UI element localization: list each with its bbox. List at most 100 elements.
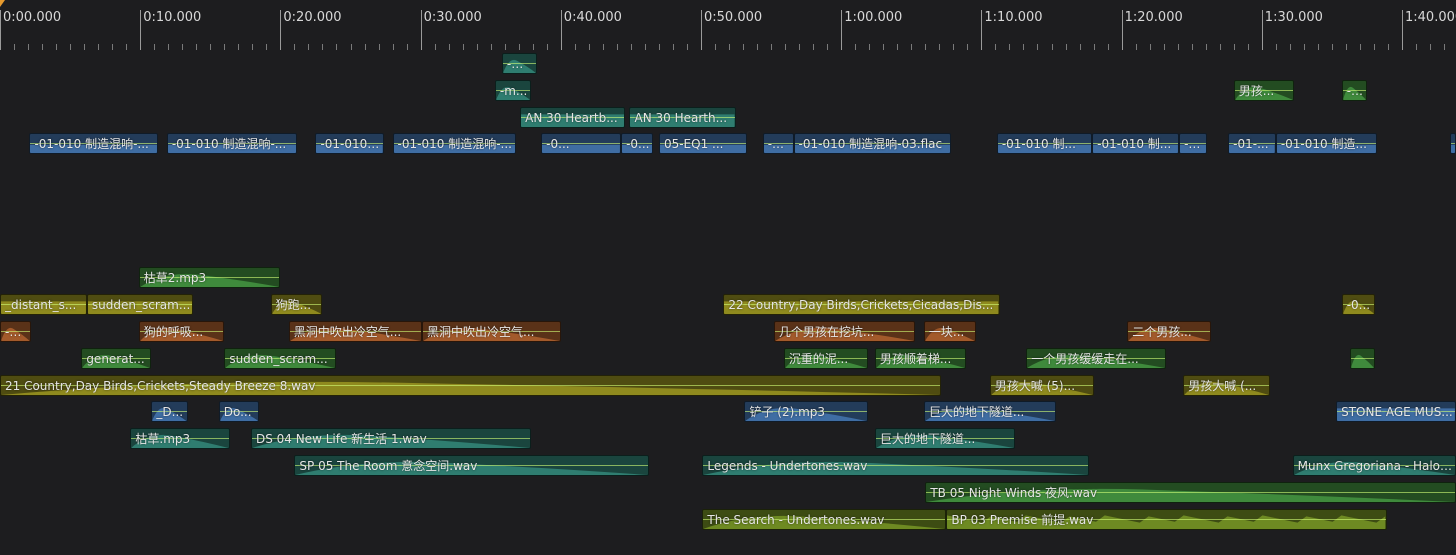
- audio-clip[interactable]: -01-010 制造混响-...: [166, 133, 298, 155]
- audio-clip[interactable]: -01-010 制...: [1092, 133, 1180, 155]
- audio-clip[interactable]: Do...: [218, 401, 260, 423]
- audio-clip[interactable]: 巨大的地下隧道...: [923, 401, 1056, 423]
- audio-clip[interactable]: 狗的呼吸...: [138, 321, 225, 342]
- clip-label: SP 05 The Room 意念空间.wav: [299, 459, 478, 473]
- audio-clip[interactable]: 沉重的泥...: [783, 347, 868, 369]
- clip-label: -01-010 制造混响-...: [34, 137, 149, 152]
- clip-label: 巨大的地下隧道...: [879, 432, 976, 447]
- clip-label: Munx Gregoriana - Halo T...: [1297, 459, 1453, 473]
- audio-clip[interactable]: 男孩大喊 (...: [1183, 374, 1271, 396]
- audio-clip[interactable]: 铲子 (2).mp3: [744, 401, 868, 423]
- audio-clip[interactable]: -0...: [762, 133, 794, 155]
- clip-waveform-shape: [1450, 145, 1455, 154]
- audio-clip[interactable]: -01-010 制造...: [1275, 133, 1377, 155]
- audio-clip[interactable]: -0...: [621, 133, 654, 155]
- audio-clip[interactable]: 一块...: [923, 321, 976, 342]
- audio-clip[interactable]: 几个男孩在挖坑...: [773, 321, 916, 342]
- audio-clip[interactable]: -0...: [1179, 133, 1208, 155]
- clip-label: 几个男孩在挖坑...: [778, 325, 875, 339]
- audio-clip[interactable]: 男孩大喊 (5)...: [989, 374, 1094, 396]
- audio-clip[interactable]: generat...: [81, 347, 152, 369]
- audio-clip[interactable]: 男孩顺着梯...: [874, 347, 966, 369]
- audio-clip[interactable]: TB 05 Night Winds 夜风.wav: [925, 481, 1456, 503]
- audio-clip[interactable]: DS 04 New Life 新生活 1.wav: [250, 428, 532, 450]
- clip-label: 二个男孩...: [1132, 325, 1192, 339]
- audio-clip[interactable]: -0...: [1341, 294, 1376, 316]
- ruler-major-tick: [560, 10, 562, 50]
- audio-clip[interactable]: 巨大的地下隧道...: [874, 428, 1016, 450]
- audio-clip[interactable]: sudden_scram...: [86, 294, 194, 316]
- audio-clip[interactable]: BP 03 Premise 前提.wav: [946, 508, 1387, 530]
- audio-clip[interactable]: 黑洞中吹出冷空气...: [288, 321, 422, 342]
- audio-clip[interactable]: SP 05 The Room 意念空间.wav: [294, 455, 650, 476]
- audio-clip[interactable]: 男孩...: [1233, 79, 1295, 101]
- audio-clip[interactable]: 黑洞中吹出冷空气...: [422, 321, 561, 342]
- ruler-major-tick: [1261, 10, 1263, 50]
- audio-clip[interactable]: -01-...: [1228, 133, 1276, 155]
- clip-waveform-shape: [1351, 354, 1375, 368]
- audio-clip[interactable]: -01-010 制造混响-...: [29, 133, 159, 155]
- audio-clip[interactable]: Munx Gregoriana - Halo T...: [1292, 455, 1456, 476]
- audio-clip[interactable]: [1350, 347, 1376, 369]
- audio-clip[interactable]: -01-010 ...: [315, 133, 385, 155]
- clip-label: DS 04 New Life 新生活 1.wav: [255, 432, 427, 447]
- audio-clip[interactable]: -m...: [494, 79, 532, 101]
- audio-clip[interactable]: _D...: [151, 401, 188, 423]
- clip-label: -01-010 制造混响-03.flac: [798, 137, 943, 152]
- clip-label: TB 05 Night Winds 夜风.wav: [930, 485, 1098, 500]
- clip-label: 男孩顺着梯...: [879, 351, 952, 366]
- audio-clip[interactable]: 22 Country,Day Birds,Crickets,Cicadas,Di…: [723, 294, 1000, 316]
- audio-clip[interactable]: [1449, 133, 1456, 155]
- audio-clip[interactable]: _distant_s...: [0, 294, 87, 316]
- audio-clip[interactable]: -m...: [501, 53, 537, 74]
- clip-label: The Search - Undertones.wav: [707, 512, 885, 527]
- audio-clip[interactable]: -01-010 制造混响-03.flac: [793, 133, 951, 155]
- clip-label: BP 03 Premise 前提.wav: [951, 512, 1094, 527]
- track-area[interactable]: -m... -m... 男孩... -0... AN 30 Heartb... AN 30…: [0, 50, 1456, 555]
- clip-label: -01-010 制造混响-...: [397, 137, 512, 152]
- ruler-major-tick: [1121, 10, 1123, 50]
- clip-label: 铲子 (2).mp3: [749, 405, 826, 420]
- clip-label: AN 30 Hearth...: [634, 110, 728, 125]
- audio-clip[interactable]: -0...: [541, 133, 622, 155]
- audio-clip[interactable]: 枯草.mp3: [130, 428, 230, 450]
- ruler-major-tick: [420, 10, 422, 50]
- clip-label: 巨大的地下隧道...: [928, 405, 1025, 420]
- audio-clip[interactable]: AN 30 Heartb...: [520, 106, 626, 128]
- audio-clip[interactable]: -m...: [0, 321, 31, 342]
- audio-clip[interactable]: 05-EQ1 ...: [658, 133, 748, 155]
- audio-clip[interactable]: -01-010 制造混响-...: [392, 133, 516, 155]
- clip-label: Legends - Undertones.wav: [707, 459, 868, 473]
- audio-clip[interactable]: 枯草2.mp3: [138, 267, 281, 289]
- audio-clip[interactable]: 二个男孩...: [1127, 321, 1212, 342]
- audio-clip[interactable]: AN 30 Hearth...: [629, 106, 737, 128]
- clip-label: 黑洞中吹出冷空气...: [427, 325, 535, 339]
- clip-label: _distant_s...: [5, 298, 77, 313]
- audio-clip[interactable]: -0...: [1341, 79, 1367, 101]
- clip-volume-line[interactable]: [1351, 357, 1375, 359]
- ruler-time-label: 1:00.000: [844, 10, 903, 25]
- ruler-major-tick: [1402, 10, 1403, 50]
- clip-label: -0...: [1184, 137, 1204, 152]
- audio-clip[interactable]: 狗跑...: [270, 294, 323, 316]
- playhead-marker[interactable]: [0, 0, 5, 7]
- clip-volume-line[interactable]: [1450, 143, 1455, 145]
- audio-clip[interactable]: Legends - Undertones.wav: [702, 455, 1090, 476]
- clip-label: -0...: [626, 137, 650, 152]
- clip-label: 黑洞中吹出冷空气...: [293, 325, 402, 339]
- audio-clip[interactable]: 一个男孩缓缓走在...: [1026, 347, 1167, 369]
- ruler-time-label: 1:20.000: [1124, 10, 1183, 25]
- ruler-major-tick: [140, 10, 142, 50]
- clip-label: -m...: [5, 325, 28, 339]
- clip-label: -0...: [546, 137, 570, 152]
- audio-clip[interactable]: sudden_scram...: [224, 347, 337, 369]
- clip-label: sudden_scram...: [91, 298, 191, 313]
- audio-clip[interactable]: STONE AGE MUS...: [1336, 401, 1456, 423]
- time-ruler[interactable]: 0:00.000 0:10.000 0:20.000 0:30.000 0:40.000…: [0, 0, 1456, 50]
- clip-label: 男孩大喊 (5)...: [994, 378, 1076, 393]
- audio-clip[interactable]: The Search - Undertones.wav: [702, 508, 947, 530]
- audio-clip[interactable]: -01-010 制...: [996, 133, 1093, 155]
- clip-label: generat...: [86, 351, 145, 366]
- audio-clip[interactable]: 21 Country,Day Birds,Crickets,Steady Bre…: [0, 374, 941, 396]
- clip-label: -0...: [767, 137, 791, 152]
